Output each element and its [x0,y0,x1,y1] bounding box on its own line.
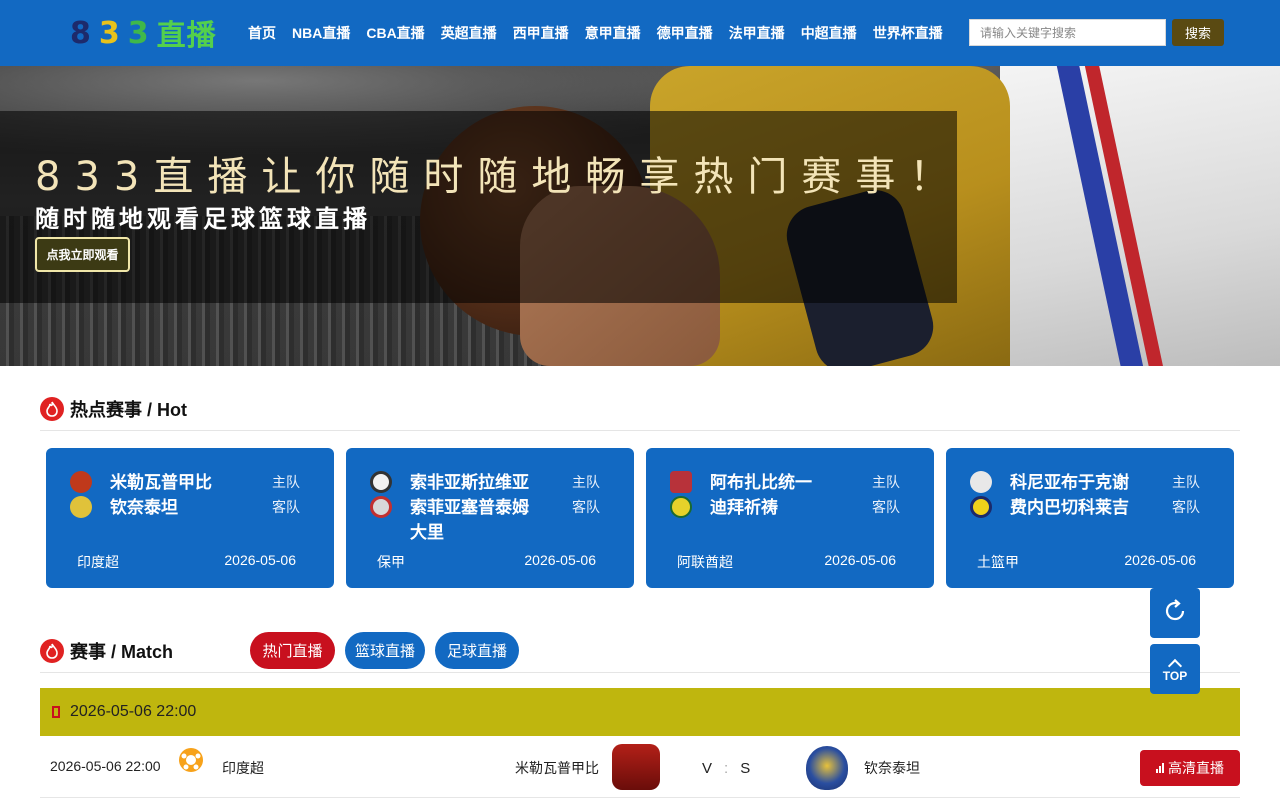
search-input[interactable] [969,19,1166,46]
home-label: 主队 [1172,474,1200,490]
nav-csl[interactable]: 中超直播 [793,23,865,43]
home-team-logo-icon [970,471,992,493]
site-header: 8 3 3 直播 首页 NBA直播 CBA直播 英超直播 西甲直播 意甲直播 德… [0,0,1280,66]
away-team-name: 钦奈泰坦 [110,498,178,517]
away-team-name: 费内巴切科莱吉 [1010,498,1129,517]
logo-text: 直播 [156,20,217,52]
fire-icon [40,397,64,421]
nav-la-liga[interactable]: 西甲直播 [505,23,577,43]
tab-hot-live[interactable]: 热门直播 [250,632,335,669]
home-team-name: 米勒瓦普甲比 [515,760,599,776]
nav-cba[interactable]: CBA直播 [358,23,432,43]
away-team-logo-icon [970,496,992,518]
signal-icon [1156,763,1164,773]
home-team-logo-icon [670,471,692,493]
hot-divider [40,430,1240,431]
card-date: 2026-05-06 [1124,552,1196,568]
card-date: 2026-05-06 [824,552,896,568]
card-league: 土篮甲 [977,554,1019,570]
watch-now-button[interactable]: 点我立即观看 [35,237,130,272]
away-team-name: 索菲亚塞普泰姆大里 [410,498,529,542]
versus-s: S [740,760,751,777]
away-label: 客队 [872,499,900,515]
match-title-text: 赛事 / Match [70,642,174,662]
away-team-name: 钦奈泰坦 [864,760,920,776]
logo-digit-1: 8 [70,15,93,51]
hot-card[interactable]: 米勒瓦普甲比 主队 钦奈泰坦 客队 印度超 2026-05-06 [46,448,334,588]
logo-digit-3: 3 [127,15,151,51]
card-date: 2026-05-06 [224,552,296,568]
nav-home[interactable]: 首页 [240,23,284,43]
away-team-logo-icon [70,496,92,518]
date-header-text: 2026-05-06 22:00 [70,703,197,720]
home-team-name: 索非亚斯拉维亚 [410,473,529,492]
home-label: 主队 [272,474,300,490]
away-team-logo-icon [670,496,692,518]
hd-live-label: 高清直播 [1168,760,1224,776]
versus-label: V:S [702,760,751,777]
away-label: 客队 [1172,499,1200,515]
nav-serie-a[interactable]: 意甲直播 [577,23,649,43]
nav-bundesliga[interactable]: 德甲直播 [649,23,721,43]
search-button[interactable]: 搜索 [1172,19,1224,46]
card-league: 印度超 [77,554,119,570]
back-to-top-button[interactable]: TOP [1150,644,1200,694]
soccer-ball-icon [179,748,203,772]
card-league: 保甲 [377,554,405,570]
match-section-title: 赛事 / Match [40,638,173,664]
refresh-icon [1161,597,1189,630]
match-date-header: 2026-05-06 22:00 [40,688,1240,736]
card-league: 阿联酋超 [677,554,733,570]
logo-digit-2: 3 [98,15,122,51]
card-date: 2026-05-06 [524,552,596,568]
hot-card[interactable]: 科尼亚布于克谢 主队 费内巴切科莱吉 客队 土篮甲 2026-05-06 [946,448,1234,588]
nav-premier-league[interactable]: 英超直播 [433,23,505,43]
match-divider [40,672,1240,673]
calendar-icon [52,706,60,718]
away-label: 客队 [572,499,600,515]
match-league: 印度超 [222,760,264,776]
versus-v: V [702,760,713,777]
nav-nba[interactable]: NBA直播 [284,23,358,43]
away-label: 客队 [272,499,300,515]
home-label: 主队 [872,474,900,490]
hd-live-button[interactable]: 高清直播 [1140,750,1240,786]
home-label: 主队 [572,474,600,490]
home-team-name: 科尼亚布于克谢 [1010,473,1129,492]
hot-section-title: 热点赛事 / Hot [40,396,187,422]
main-nav: 首页 NBA直播 CBA直播 英超直播 西甲直播 意甲直播 德甲直播 法甲直播 … [240,0,951,66]
tab-basketball-live[interactable]: 篮球直播 [345,632,425,669]
home-team-logo-icon [70,471,92,493]
tab-football-live[interactable]: 足球直播 [435,632,519,669]
home-team-name: 米勒瓦普甲比 [110,473,212,492]
site-logo[interactable]: 8 3 3 直播 [70,14,217,53]
home-team-name: 阿布扎比统一 [710,473,812,492]
banner-headline: 833直播让你随时随地畅享热门赛事！ [35,154,964,200]
away-team-logo-icon [806,746,848,790]
hero-banner: 833直播让你随时随地畅享热门赛事！ 随时随地观看足球篮球直播 点我立即观看 [0,66,1280,366]
refresh-button[interactable] [1150,588,1200,638]
hot-card[interactable]: 索非亚斯拉维亚 主队 索菲亚塞普泰姆大里 客队 保甲 2026-05-06 [346,448,634,588]
home-team-logo-icon [370,471,392,493]
hot-card[interactable]: 阿布扎比统一 主队 迪拜祈祷 客队 阿联酋超 2026-05-06 [646,448,934,588]
nav-ligue-1[interactable]: 法甲直播 [721,23,793,43]
fire-icon [40,639,64,663]
away-team-name: 迪拜祈祷 [710,498,778,517]
hot-title-text: 热点赛事 / Hot [70,400,187,420]
away-team-logo-icon [370,496,392,518]
match-row: 2026-05-06 22:00 印度超 米勒瓦普甲比 V:S 钦奈泰坦 高清直… [40,736,1240,798]
home-team-logo-icon [612,744,660,790]
banner-subheadline: 随时随地观看足球篮球直播 [35,206,371,233]
nav-world-cup[interactable]: 世界杯直播 [865,23,951,43]
match-time: 2026-05-06 22:00 [50,758,161,774]
